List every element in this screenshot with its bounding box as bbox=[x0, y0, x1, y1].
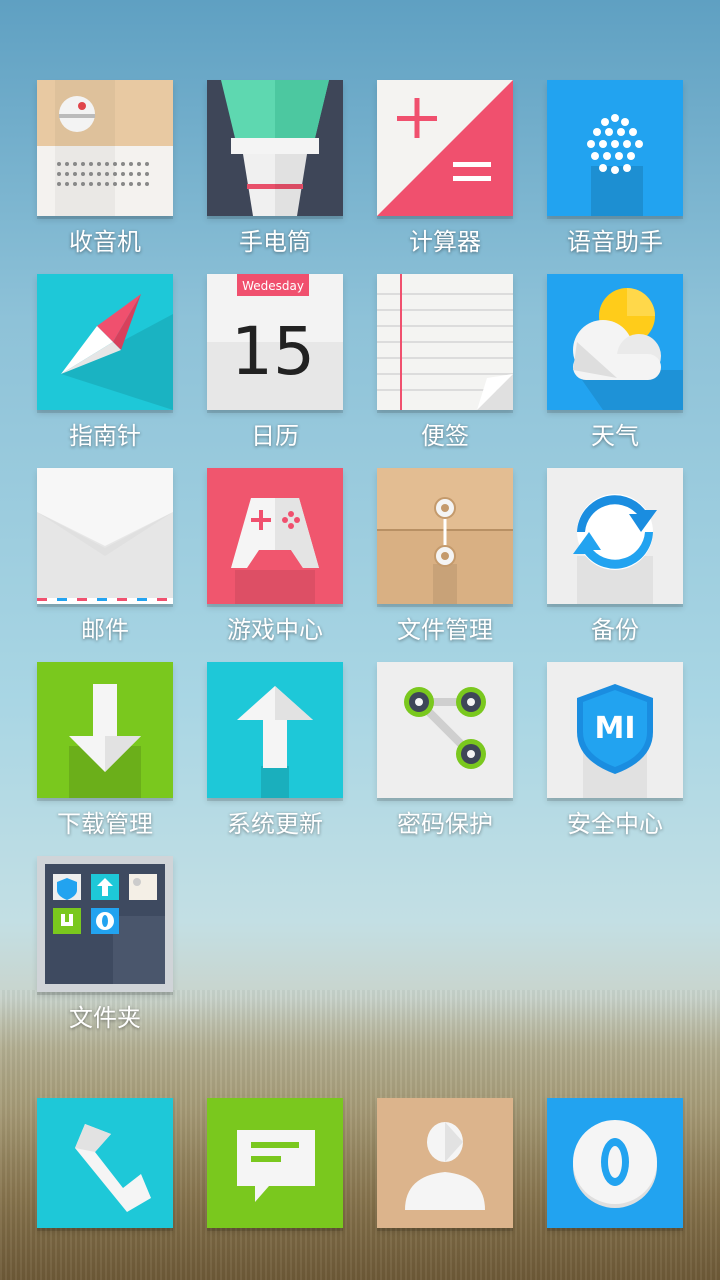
app-download-manager[interactable]: 下载管理 bbox=[20, 662, 190, 852]
app-label: 手电筒 bbox=[239, 228, 311, 256]
radio-icon bbox=[37, 80, 173, 216]
app-label: 文件夹 bbox=[69, 1004, 141, 1032]
contacts-icon bbox=[377, 1096, 513, 1228]
app-label: 游戏中心 bbox=[227, 616, 323, 644]
app-label: 收音机 bbox=[69, 228, 141, 256]
voice-assistant-icon bbox=[547, 80, 683, 216]
app-radio[interactable]: 收音机 bbox=[20, 80, 190, 270]
calendar-weekday: Wedesday bbox=[242, 279, 304, 293]
download-manager-icon bbox=[37, 662, 173, 798]
app-weather[interactable]: 天气 bbox=[530, 274, 700, 464]
app-file-manager[interactable]: 文件管理 bbox=[360, 468, 530, 658]
calendar-icon: Wedesday 15 bbox=[207, 274, 343, 410]
dock-phone[interactable] bbox=[20, 1096, 190, 1280]
phone-icon bbox=[37, 1096, 173, 1228]
dock-contacts[interactable] bbox=[360, 1096, 530, 1280]
app-label: 邮件 bbox=[81, 616, 129, 644]
flashlight-icon bbox=[207, 80, 343, 216]
app-label: 备份 bbox=[591, 616, 639, 644]
app-game-center[interactable]: 游戏中心 bbox=[190, 468, 360, 658]
app-label: 语音助手 bbox=[567, 228, 663, 256]
app-label: 密码保护 bbox=[397, 810, 493, 838]
app-label: 指南针 bbox=[69, 422, 141, 450]
app-security-center[interactable]: MI 安全中心 bbox=[530, 662, 700, 852]
backup-icon bbox=[547, 468, 683, 604]
app-system-update[interactable]: 系统更新 bbox=[190, 662, 360, 852]
app-label: 下载管理 bbox=[57, 810, 153, 838]
calculator-icon bbox=[377, 80, 513, 216]
calendar-day: 15 bbox=[231, 313, 315, 390]
game-center-icon bbox=[207, 468, 343, 604]
app-mail[interactable]: 邮件 bbox=[20, 468, 190, 658]
mi-logo: MI bbox=[594, 711, 635, 746]
mail-icon bbox=[37, 468, 173, 604]
app-label: 日历 bbox=[251, 422, 299, 450]
folder-icon bbox=[37, 856, 173, 992]
app-label: 计算器 bbox=[409, 228, 481, 256]
app-flashlight[interactable]: 手电筒 bbox=[190, 80, 360, 270]
app-calculator[interactable]: 计算器 bbox=[360, 80, 530, 270]
app-calendar[interactable]: Wedesday 15 日历 bbox=[190, 274, 360, 464]
app-backup[interactable]: 备份 bbox=[530, 468, 700, 658]
password-protect-icon bbox=[377, 662, 513, 798]
app-label: 系统更新 bbox=[227, 810, 323, 838]
dock-browser[interactable] bbox=[530, 1096, 700, 1280]
app-voice-assistant[interactable]: 语音助手 bbox=[530, 80, 700, 270]
app-label: 安全中心 bbox=[567, 810, 663, 838]
app-label: 便签 bbox=[421, 422, 469, 450]
compass-icon bbox=[37, 274, 173, 410]
messages-icon bbox=[207, 1096, 343, 1228]
browser-icon bbox=[547, 1096, 683, 1228]
app-label: 天气 bbox=[591, 422, 639, 450]
app-label: 文件管理 bbox=[397, 616, 493, 644]
weather-icon bbox=[547, 274, 683, 410]
notes-icon bbox=[377, 274, 513, 410]
app-notes[interactable]: 便签 bbox=[360, 274, 530, 464]
system-update-icon bbox=[207, 662, 343, 798]
app-folder[interactable]: 文件夹 bbox=[20, 856, 190, 1046]
security-center-icon: MI bbox=[547, 662, 683, 798]
app-compass[interactable]: 指南针 bbox=[20, 274, 190, 464]
file-manager-icon bbox=[377, 468, 513, 604]
app-password-protect[interactable]: 密码保护 bbox=[360, 662, 530, 852]
dock-messages[interactable] bbox=[190, 1096, 360, 1280]
